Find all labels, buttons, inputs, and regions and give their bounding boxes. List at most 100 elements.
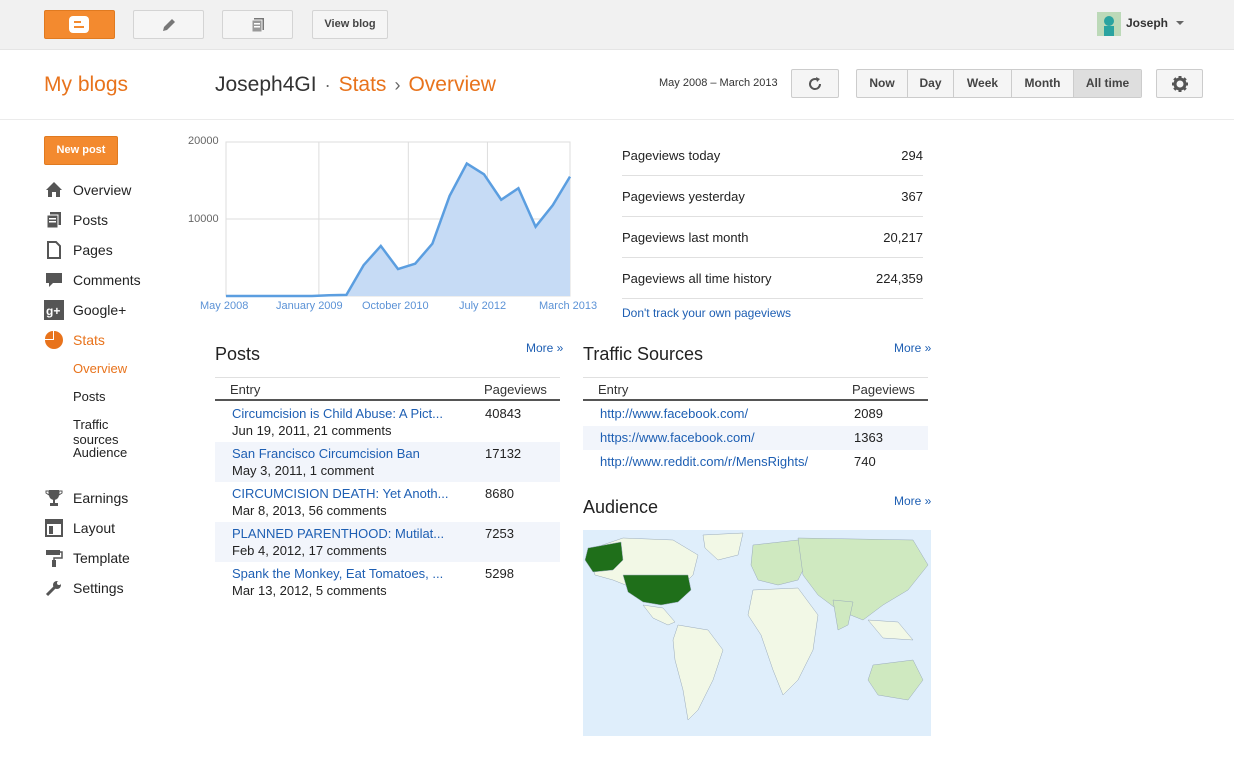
post-pageviews: 5298 xyxy=(485,566,514,581)
posts-section-title: Posts xyxy=(215,344,261,364)
sidebar-item-label: Overview xyxy=(73,182,132,198)
dont-track-link[interactable]: Don't track your own pageviews xyxy=(622,306,791,320)
sidebar-subitem-traffic-sources[interactable]: Traffic sources xyxy=(73,417,119,447)
google-plus-icon: g+ xyxy=(44,300,64,320)
refresh-button[interactable] xyxy=(791,69,839,98)
traffic-source-link[interactable]: https://www.facebook.com/ xyxy=(600,430,755,445)
sidebar-item-comments[interactable]: Comments xyxy=(44,270,184,290)
x-tick-label: May 2008 xyxy=(200,300,249,312)
table-row: Spank the Monkey, Eat Tomatoes, ... Mar … xyxy=(215,562,560,602)
map-region-africa xyxy=(747,587,819,696)
post-title-link[interactable]: Circumcision is Child Abuse: A Pict... xyxy=(232,406,457,421)
sidebar-subitem-posts[interactable]: Posts xyxy=(73,389,106,404)
trophy-icon xyxy=(45,490,63,506)
post-title-link[interactable]: San Francisco Circumcision Ban xyxy=(232,446,457,461)
kpi-label: Pageviews today xyxy=(622,148,721,163)
posts-icon xyxy=(46,212,61,229)
sidebar-item-label: Pages xyxy=(73,242,113,258)
column-header-entry: Entry xyxy=(230,382,261,397)
sidebar-item-pages[interactable]: Pages xyxy=(44,240,184,260)
column-header-pageviews: Pageviews xyxy=(852,382,915,397)
chevron-down-icon[interactable] xyxy=(1176,21,1184,25)
posts-more-link[interactable]: More » xyxy=(526,341,563,355)
kpi-row: Pageviews all time history 224,359 xyxy=(622,258,923,299)
gear-icon xyxy=(1172,76,1188,92)
post-title-link[interactable]: Spank the Monkey, Eat Tomatoes, ... xyxy=(232,566,457,581)
range-month-button[interactable]: Month xyxy=(1012,70,1074,97)
sidebar-item-posts[interactable]: Posts xyxy=(44,210,184,230)
map-region-central-america xyxy=(642,604,676,626)
map-region-asia xyxy=(797,537,929,621)
sidebar-item-google-plus[interactable]: g+ Google+ xyxy=(44,300,184,320)
posts-list-icon xyxy=(251,18,264,33)
kpi-value: 20,217 xyxy=(883,230,923,245)
sidebar-item-label: Comments xyxy=(73,272,141,288)
kpi-value: 224,359 xyxy=(876,271,923,286)
range-now-button[interactable]: Now xyxy=(857,70,908,97)
traffic-source-link[interactable]: http://www.facebook.com/ xyxy=(600,406,748,421)
blogger-home-button[interactable] xyxy=(44,10,115,39)
post-meta: Mar 8, 2013, 56 comments xyxy=(232,503,387,518)
breadcrumb-separator: › xyxy=(394,75,401,95)
post-title-link[interactable]: CIRCUMCISION DEATH: Yet Anoth... xyxy=(232,486,457,501)
sidebar-item-stats[interactable]: Stats xyxy=(44,330,184,350)
username[interactable]: Joseph xyxy=(1126,16,1168,30)
breadcrumb-stats[interactable]: Stats xyxy=(339,73,387,96)
range-all-time-button[interactable]: All time xyxy=(1074,70,1141,97)
pencil-icon xyxy=(163,19,175,31)
sidebar-item-template[interactable]: Template xyxy=(44,548,184,568)
traffic-pageviews: 740 xyxy=(854,454,876,469)
post-meta: Jun 19, 2011, 21 comments xyxy=(232,423,392,438)
post-meta: May 3, 2011, 1 comment xyxy=(232,463,375,478)
range-day-button[interactable]: Day xyxy=(908,70,954,97)
sidebar-item-settings[interactable]: Settings xyxy=(44,578,184,598)
posts-table-header: Entry Pageviews xyxy=(215,377,560,401)
column-header-entry: Entry xyxy=(598,382,629,397)
map-region-southeast-asia xyxy=(867,619,914,641)
kpi-value: 294 xyxy=(901,148,923,163)
posts-list-button[interactable] xyxy=(222,10,293,39)
page-header: My blogs Joseph4GI · Stats › Overview May 20… xyxy=(0,50,1234,120)
sidebar-subitem-audience[interactable]: Audience xyxy=(73,445,127,460)
table-row: http://www.facebook.com/ 2089 xyxy=(583,402,928,426)
sidebar-item-label: Google+ xyxy=(73,302,127,318)
sidebar-item-earnings[interactable]: Earnings xyxy=(44,488,184,508)
view-blog-button[interactable]: View blog xyxy=(312,10,388,39)
pageviews-chart: 20000 10000 May 2008 January 2009 Octobe… xyxy=(185,132,605,317)
layout-icon xyxy=(45,519,63,537)
page-title: Overview xyxy=(408,73,496,96)
post-meta: Mar 13, 2012, 5 comments xyxy=(232,583,387,598)
sidebar-item-layout[interactable]: Layout xyxy=(44,518,184,538)
avatar[interactable] xyxy=(1097,12,1121,36)
sidebar-item-label: Template xyxy=(73,550,130,566)
breadcrumb: Joseph4GI · Stats › Overview xyxy=(215,73,496,97)
audience-world-map[interactable] xyxy=(583,530,931,736)
map-region-india xyxy=(832,599,854,631)
traffic-more-link[interactable]: More » xyxy=(894,341,931,355)
map-region-greenland xyxy=(702,532,744,561)
range-week-button[interactable]: Week xyxy=(954,70,1012,97)
new-post-pencil-button[interactable] xyxy=(133,10,204,39)
sidebar-item-label: Posts xyxy=(73,212,109,228)
traffic-source-link[interactable]: http://www.reddit.com/r/MensRights/ xyxy=(600,454,808,469)
kpi-row: Pageviews last month 20,217 xyxy=(622,217,923,258)
breadcrumb-blog-name[interactable]: Joseph4GI xyxy=(215,73,317,96)
sidebar-item-label: Layout xyxy=(73,520,116,536)
date-range-label: May 2008 – March 2013 xyxy=(659,77,778,89)
wrench-icon xyxy=(45,581,61,597)
post-meta: Feb 4, 2012, 17 comments xyxy=(232,543,387,558)
sidebar-item-label: Earnings xyxy=(73,490,129,506)
settings-button[interactable] xyxy=(1156,69,1203,98)
post-pageviews: 17132 xyxy=(485,446,522,461)
x-tick-label: January 2009 xyxy=(276,300,343,312)
post-title-link[interactable]: PLANNED PARENTHOOD: Mutilat... xyxy=(232,526,457,541)
kpi-label: Pageviews yesterday xyxy=(622,189,745,204)
audience-more-link[interactable]: More » xyxy=(894,494,931,508)
sidebar-item-label: Settings xyxy=(73,580,124,596)
new-post-button[interactable]: New post xyxy=(44,136,118,165)
sidebar-item-overview[interactable]: Overview xyxy=(44,180,184,200)
sidebar-subitem-overview[interactable]: Overview xyxy=(73,361,127,376)
paint-roller-icon xyxy=(46,550,63,567)
kpi-label: Pageviews all time history xyxy=(622,271,772,286)
my-blogs-link[interactable]: My blogs xyxy=(44,73,128,97)
